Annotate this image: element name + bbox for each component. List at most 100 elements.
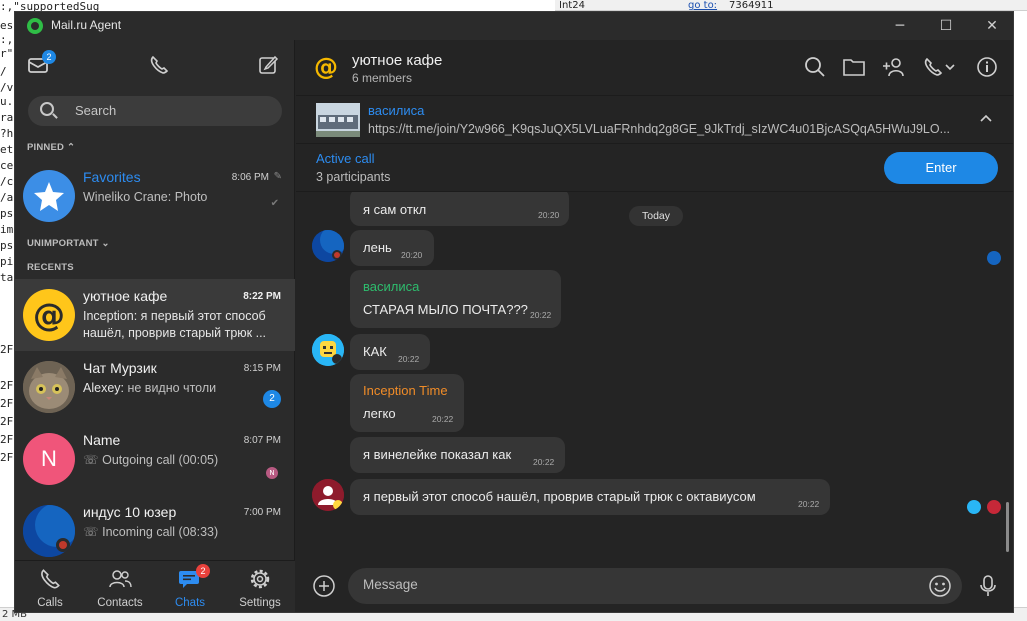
tab-chats[interactable]: 2 Chats bbox=[155, 561, 225, 612]
chat-time: 8:15 PM bbox=[243, 363, 281, 374]
pinned-sender: василиса bbox=[368, 103, 425, 118]
message-input[interactable]: Message bbox=[348, 568, 962, 604]
message-bubble[interactable]: василиса СТАРАЯ МЫЛО ПОЧТА??? 20:22 bbox=[350, 270, 561, 328]
message-text: я винелейке показал как bbox=[363, 447, 512, 462]
message-bubble[interactable]: я винелейке показал как 20:22 bbox=[350, 437, 565, 473]
call-dropdown-icon[interactable] bbox=[922, 56, 958, 80]
sidebar: 2 Search PINNED ⌃ Favorites 8:06 PM ✎ Wi… bbox=[15, 40, 295, 612]
phone-icon[interactable] bbox=[146, 54, 172, 80]
tab-calls[interactable]: Calls bbox=[15, 561, 85, 612]
chevron-up-icon[interactable] bbox=[978, 110, 994, 126]
minimize-button[interactable]: ─ bbox=[877, 12, 923, 40]
message-placeholder: Message bbox=[363, 577, 418, 592]
chat-time: 8:22 PM bbox=[243, 291, 281, 302]
tab-label: Settings bbox=[239, 597, 281, 609]
svg-text:@: @ bbox=[33, 296, 65, 334]
code-line: ta bbox=[0, 271, 14, 284]
chat-item-name[interactable]: N Name 8:07 PM ☏ Outgoing call (00:05) N bbox=[15, 423, 295, 495]
chat-preview: Alexey: не видно чтоли bbox=[83, 381, 217, 395]
chat-avatar-icon: @ bbox=[314, 53, 338, 81]
chat-preview: Inception: я первый этот способ нашёл, п… bbox=[83, 309, 267, 340]
message-time: 20:22 bbox=[530, 310, 552, 320]
chat-time: 8:06 PM bbox=[231, 172, 269, 183]
pin-icon: ✎ bbox=[273, 171, 282, 182]
pinned-thumbnail bbox=[316, 103, 360, 137]
search-input[interactable]: Search bbox=[28, 96, 282, 126]
code-line: pi bbox=[0, 255, 14, 268]
chat-item-cafe[interactable]: @ уютное кафе 8:22 PM Inception: я первы… bbox=[15, 279, 295, 351]
code-line: / bbox=[0, 65, 7, 78]
section-unimportant[interactable]: UNIMPORTANT ⌄ bbox=[27, 238, 110, 249]
chat-item-murzik[interactable]: Чат Мурзик 8:15 PM Alexey: не видно чтол… bbox=[15, 351, 295, 423]
chat-title[interactable]: уютное кафе bbox=[352, 52, 442, 69]
enter-call-button[interactable]: Enter bbox=[884, 152, 998, 184]
add-attachment-icon[interactable] bbox=[312, 574, 336, 598]
side-marker: 2F bbox=[0, 433, 14, 446]
pinned-link[interactable]: https://tt.me/join/Y2w966_K9qsJuQX5LVLua… bbox=[368, 122, 974, 136]
message-text: я сам откл bbox=[363, 202, 427, 217]
chat-panel: @ уютное кафе 6 members василиса https:/… bbox=[296, 40, 1013, 612]
title-bar: Mail.ru Agent ─ ☐ ✕ bbox=[15, 12, 1013, 40]
message-time: 20:22 bbox=[533, 457, 555, 467]
emoji-icon[interactable] bbox=[928, 574, 952, 598]
message-sender: василиса bbox=[363, 279, 420, 294]
message-time: 20:22 bbox=[798, 499, 820, 509]
pinned-message[interactable]: василиса https://tt.me/join/Y2w966_K9qsJ… bbox=[296, 96, 1013, 144]
chevron-down-icon: ⌄ bbox=[101, 238, 110, 249]
message-bubble[interactable]: лень 20:20 bbox=[350, 230, 434, 266]
message-bubble[interactable]: я первый этот способ нашёл, проврив стар… bbox=[350, 479, 830, 515]
message-text: лень bbox=[363, 240, 392, 255]
code-line: et bbox=[0, 143, 14, 156]
message-scrollbar[interactable] bbox=[1006, 502, 1009, 552]
goto-label: go to: bbox=[688, 0, 718, 11]
chats-badge: 2 bbox=[196, 564, 210, 578]
search-icon[interactable] bbox=[803, 56, 827, 80]
goto-value: 7364911 bbox=[729, 0, 774, 11]
read-receipt-avatar bbox=[987, 251, 1001, 265]
tab-settings[interactable]: Settings bbox=[225, 561, 295, 612]
code-line: /a bbox=[0, 191, 14, 204]
message-time: 20:20 bbox=[401, 250, 423, 260]
code-line: ps bbox=[0, 239, 14, 252]
tab-contacts[interactable]: Contacts bbox=[85, 561, 155, 612]
side-marker: 2F bbox=[0, 415, 14, 428]
chat-item-indus[interactable]: индус 10 юзер 7:00 PM ☏ Incoming call (0… bbox=[15, 495, 295, 567]
side-marker: 2F bbox=[0, 451, 14, 464]
message-time: 20:22 bbox=[398, 354, 420, 364]
background-toolbar: Int24 go to: 7364911 bbox=[555, 0, 1027, 11]
chat-item-favorites[interactable]: Favorites 8:06 PM ✎ Wineliko Crane: Phot… bbox=[15, 160, 295, 232]
message-bubble[interactable]: я сам откл 20:20 bbox=[350, 192, 569, 226]
phone-icon bbox=[38, 567, 62, 591]
message-bubble[interactable]: Inception Time легко 20:22 bbox=[350, 374, 464, 432]
info-icon[interactable] bbox=[975, 56, 999, 80]
message-bubble[interactable]: КАК 20:22 bbox=[350, 334, 430, 370]
side-marker: 2F bbox=[0, 343, 14, 356]
maximize-button[interactable]: ☐ bbox=[923, 12, 969, 40]
message-time: 20:20 bbox=[538, 210, 560, 220]
message-text: легко bbox=[363, 406, 396, 421]
field-label: Int24 bbox=[559, 0, 585, 11]
search-icon bbox=[40, 102, 54, 116]
code-line: ra bbox=[0, 111, 14, 124]
active-call-title: Active call bbox=[316, 151, 375, 166]
message-text: КАК bbox=[363, 344, 387, 359]
message-text: я первый этот способ нашёл, проврив стар… bbox=[363, 489, 756, 504]
chat-preview: ☏ Outgoing call (00:05) bbox=[83, 453, 219, 467]
chat-members: 6 members bbox=[352, 71, 413, 85]
chat-name: индус 10 юзер bbox=[83, 504, 177, 520]
section-pinned[interactable]: PINNED ⌃ bbox=[27, 142, 75, 153]
code-line: im bbox=[0, 223, 14, 236]
search-placeholder: Search bbox=[75, 103, 117, 118]
close-button[interactable]: ✕ bbox=[969, 12, 1013, 40]
chat-name: Name bbox=[83, 432, 121, 448]
chevron-up-icon: ⌃ bbox=[66, 142, 76, 153]
folder-icon[interactable] bbox=[842, 56, 866, 80]
phone-outgoing-icon: ☏ bbox=[83, 453, 99, 467]
indus-avatar bbox=[23, 505, 75, 557]
add-member-icon[interactable] bbox=[882, 56, 906, 80]
tab-label: Calls bbox=[37, 597, 63, 609]
microphone-icon[interactable] bbox=[976, 574, 1000, 598]
code-line: ce bbox=[0, 159, 14, 172]
side-marker: 2F bbox=[0, 397, 14, 410]
compose-icon[interactable] bbox=[255, 54, 281, 80]
